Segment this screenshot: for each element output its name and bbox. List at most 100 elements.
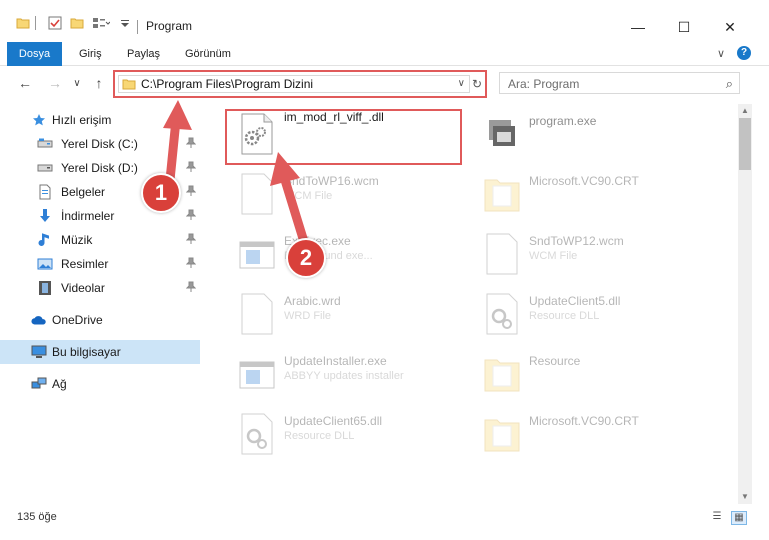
dll-gear-icon: [483, 292, 521, 336]
music-icon: [37, 232, 53, 248]
file-item[interactable]: UpdateClient5.dll Resource DLL: [465, 286, 705, 342]
file-item[interactable]: Microsoft.VC90.CRT: [465, 406, 705, 462]
pin-icon[interactable]: [185, 281, 197, 296]
file-name: Microsoft.VC90.CRT: [529, 174, 639, 188]
folder-icon: [122, 77, 136, 94]
new-folder-icon[interactable]: [70, 16, 84, 30]
file-name: UpdateInstaller.exe: [284, 354, 387, 368]
pin-icon[interactable]: [185, 185, 197, 200]
blank-file-icon: [483, 232, 521, 276]
help-icon[interactable]: ?: [737, 46, 751, 60]
pin-icon[interactable]: [185, 161, 197, 176]
search-placeholder: Ara: Program: [508, 77, 580, 91]
properties-icon[interactable]: [48, 16, 62, 30]
view-options-icon[interactable]: [92, 16, 110, 30]
file-name: UpdateClient5.dll: [529, 294, 621, 308]
sidebar-item-quick-access[interactable]: Hızlı erişim: [0, 108, 200, 132]
search-input[interactable]: Ara: Program ⌕: [499, 72, 740, 94]
file-name: Resource: [529, 354, 581, 368]
scroll-down-arrow[interactable]: ▼: [738, 490, 752, 504]
maximize-button[interactable]: ☐: [661, 14, 707, 40]
sidebar-item-label: Resimler: [61, 257, 109, 271]
sidebar-item-local-disk-c[interactable]: Yerel Disk (C:): [0, 132, 200, 156]
file-item[interactable]: program.exe: [465, 106, 705, 162]
file-item[interactable]: UpdateInstaller.exe ABBYY updates instal…: [220, 346, 460, 402]
callout-step-two: 2: [286, 238, 326, 278]
computer-icon: [31, 344, 47, 360]
pin-icon[interactable]: [185, 257, 197, 272]
tab-file[interactable]: Dosya: [7, 42, 62, 66]
folder-icon[interactable]: [16, 16, 30, 30]
sidebar-item-label: Belgeler: [61, 185, 106, 199]
sidebar-item-pictures[interactable]: Resimler: [0, 252, 200, 276]
scroll-up-arrow[interactable]: ▲: [738, 104, 752, 118]
network-icon: [31, 376, 47, 392]
address-dropdown-icon[interactable]: ∨: [458, 78, 465, 89]
file-name: Arabic.wrd: [284, 294, 341, 308]
status-bar: 135 öğe ☰ ▦: [0, 506, 769, 528]
sidebar-item-label: Hızlı erişim: [52, 113, 112, 127]
file-item[interactable]: Resource: [465, 346, 705, 402]
file-item[interactable]: SndToWP16.wcm WCM File: [220, 166, 460, 222]
refresh-icon[interactable]: ↻: [470, 75, 484, 93]
window-title: Program: [146, 19, 193, 33]
title-separator: [137, 20, 138, 34]
details-view-button[interactable]: ☰: [709, 511, 725, 525]
pin-icon[interactable]: [185, 137, 197, 152]
sidebar-item-label: Ağ: [52, 377, 67, 391]
title-bar: Program — ☐ ✕: [0, 0, 769, 40]
file-item[interactable]: UpdateClient65.dll Resource DLL: [220, 406, 460, 462]
search-icon[interactable]: ⌕: [726, 76, 733, 92]
file-name: UpdateClient65.dll: [284, 414, 383, 428]
recent-locations-button[interactable]: ∨: [68, 74, 86, 92]
file-item[interactable]: ExtExec.exe Background exe...: [220, 226, 460, 282]
folder-icon: [483, 412, 521, 456]
exe-window-icon: [238, 352, 276, 396]
file-item[interactable]: SndToWP12.wcm WCM File: [465, 226, 705, 282]
minimize-button[interactable]: —: [615, 14, 661, 40]
file-item[interactable]: Microsoft.VC90.CRT: [465, 166, 705, 222]
tab-home[interactable]: Giriş: [79, 42, 102, 66]
file-highlight-box: [225, 109, 462, 165]
up-button[interactable]: ↑: [90, 74, 108, 92]
ribbon: Dosya Giriş Paylaş Görünüm ∨ ?: [0, 42, 769, 66]
separator: [35, 16, 36, 30]
cloud-icon: [31, 312, 47, 328]
tab-share[interactable]: Paylaş: [127, 42, 160, 66]
exe-icon: [483, 112, 521, 156]
close-button[interactable]: ✕: [707, 14, 753, 40]
callout-step-one: 1: [141, 173, 181, 213]
scroll-thumb[interactable]: [739, 118, 751, 170]
sidebar-item-videos[interactable]: Videolar: [0, 276, 200, 300]
pin-icon[interactable]: [185, 233, 197, 248]
sidebar-item-label: Bu bilgisayar: [52, 345, 121, 359]
file-item[interactable]: Arabic.wrd WRD File: [220, 286, 460, 342]
exe-window-icon: [238, 232, 276, 276]
sidebar-item-label: Videolar: [61, 281, 105, 295]
sidebar-item-label: Yerel Disk (C:): [61, 137, 138, 151]
forward-button[interactable]: →: [46, 74, 64, 92]
customize-toolbar-icon[interactable]: [120, 16, 130, 30]
file-type: WRD File: [284, 310, 332, 322]
sidebar-item-label: Yerel Disk (D:): [61, 161, 138, 175]
back-button[interactable]: ←: [16, 74, 34, 92]
file-type: Resource DLL: [284, 430, 355, 442]
large-icons-view-button[interactable]: ▦: [731, 511, 747, 525]
pin-icon[interactable]: [185, 209, 197, 224]
navigation-pane: Hızlı erişim Yerel Disk (C:) Yerel Disk …: [0, 104, 202, 504]
dll-gear-icon: [238, 412, 276, 456]
sidebar-item-this-pc[interactable]: Bu bilgisayar: [0, 340, 200, 364]
file-type: ABBYY updates installer: [284, 370, 404, 382]
ribbon-expand-icon[interactable]: ∨: [717, 42, 725, 66]
picture-icon: [37, 256, 53, 272]
sidebar-item-label: İndirmeler: [61, 209, 115, 223]
sidebar-item-network[interactable]: Ağ: [0, 372, 200, 396]
file-type: Resource DLL: [529, 310, 600, 322]
address-bar[interactable]: C:\Program Files\Program Dizini ∨: [118, 75, 470, 93]
vertical-scrollbar[interactable]: ▲ ▼: [738, 104, 752, 504]
sidebar-item-music[interactable]: Müzik: [0, 228, 200, 252]
tab-view[interactable]: Görünüm: [185, 42, 231, 66]
item-count: 135 öğe: [17, 511, 57, 523]
sidebar-item-onedrive[interactable]: OneDrive: [0, 308, 200, 332]
blank-file-icon: [238, 172, 276, 216]
